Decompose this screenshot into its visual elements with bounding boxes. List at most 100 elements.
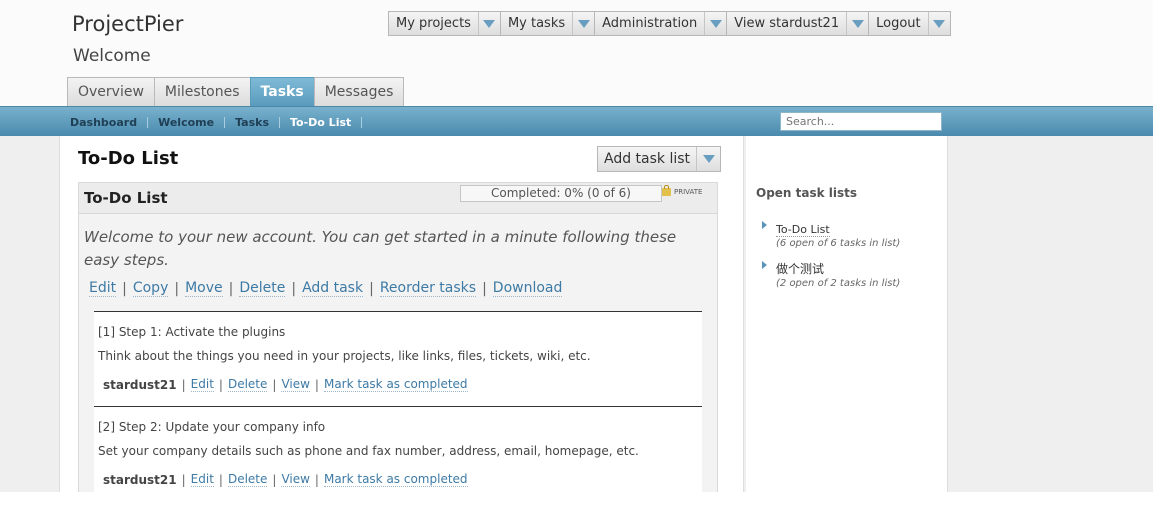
separator: | [218,377,223,392]
breadcrumb-current: To-Do List [290,115,352,129]
breadcrumb-divider [147,116,149,128]
administration-button[interactable]: Administration [594,11,728,36]
main-content: To-Do List Add task list To-Do List Comp… [59,136,744,492]
breadcrumb-tasks[interactable]: Tasks [235,116,269,129]
sidebar-title: Open task lists [756,186,858,200]
view-profile-button[interactable]: View stardust21 [726,11,870,36]
task-list-title: To-Do List [84,189,168,207]
breadcrumb-divider [224,116,226,128]
logout-label: Logout [876,16,921,31]
search-input[interactable] [780,112,942,131]
sidebar-list-item: 做个测试 (2 open of 2 tasks in list) [762,258,900,289]
logout-button[interactable]: Logout [868,11,951,36]
progress-bar: Completed: 0% (0 of 6) [460,185,662,202]
breadcrumb-divider [279,116,280,128]
sidebar: Open task lists To-Do List (6 open of 6 … [746,136,948,492]
separator: | [181,377,186,392]
task-title: [2] Step 2: Update your company info [98,420,326,434]
separator: | [272,472,277,487]
tab-overview[interactable]: Overview [67,77,155,106]
separator: | [181,472,186,487]
dropdown-arrow-icon[interactable] [696,147,720,171]
dropdown-arrow-icon[interactable] [477,12,500,35]
task-item: [1] Step 1: Activate the plugins Think a… [94,311,702,406]
task-list-description: Welcome to your new account. You can get… [84,228,677,269]
task-title: [1] Step 1: Activate the plugins [98,325,286,339]
page-title: To-Do List [78,148,179,169]
task-text: Set your company details such as phone a… [98,444,639,458]
task-list-actions: Edit | Copy | Move | Delete | Add task |… [89,280,563,297]
breadcrumb: Dashboard Welcome Tasks To-Do List [70,107,372,137]
project-tabs: Overview Milestones Tasks Messages [67,77,405,106]
sidebar-list-meta: (2 open of 2 tasks in list) [776,278,901,289]
download-link[interactable]: Download [492,280,563,297]
account-menu: My projects My tasks Administration View… [388,11,951,36]
separator: | [369,280,374,297]
task-list-panel: To-Do List Completed: 0% (0 of 6) PRIVAT… [78,182,718,492]
edit-task-link[interactable]: Edit [190,377,214,392]
reorder-tasks-link[interactable]: Reorder tasks [379,280,477,297]
move-list-link[interactable]: Move [185,280,223,297]
separator: | [291,280,297,297]
copy-list-link[interactable]: Copy [132,280,169,297]
page-background: ProjectPier Welcome My projects My tasks… [0,0,1153,492]
add-task-link[interactable]: Add task [302,280,364,297]
dropdown-arrow-icon[interactable] [927,12,950,35]
task-owner: stardust21 [103,472,177,487]
private-badge: PRIVATE [662,185,703,198]
dropdown-arrow-icon[interactable] [572,12,594,35]
sidebar-list-link[interactable]: To-Do List [776,223,830,237]
sidebar-list-item: To-Do List (6 open of 6 tasks in list) [762,218,900,249]
view-task-link[interactable]: View [281,472,310,487]
my-tasks-button[interactable]: My tasks [499,11,596,36]
view-task-link[interactable]: View [281,377,310,392]
separator: | [174,280,180,297]
breadcrumb-welcome[interactable]: Welcome [158,116,214,129]
separator: | [272,377,277,392]
task-owner: stardust21 [103,377,177,392]
lock-icon [662,185,671,196]
task-item: [2] Step 2: Update your company info Set… [94,406,702,492]
open-task-lists: To-Do List (6 open of 6 tasks in list) 做… [762,218,900,298]
progress-text: Completed: 0% (0 of 6) [491,186,631,200]
administration-label: Administration [602,16,698,31]
task-list-header: To-Do List Completed: 0% (0 of 6) PRIVAT… [79,183,717,214]
tab-messages[interactable]: Messages [313,77,405,106]
my-projects-label: My projects [396,16,471,31]
add-task-list-label: Add task list [604,151,691,167]
task-meta: stardust21 | Edit | Delete | View | Mark… [103,472,468,487]
separator: | [314,377,319,392]
sidebar-list-link[interactable]: 做个测试 [776,262,824,276]
my-projects-button[interactable]: My projects [388,11,501,36]
triangle-bullet-icon [762,221,767,229]
add-task-list-button[interactable]: Add task list [597,146,722,172]
separator: | [228,280,234,297]
triangle-bullet-icon [762,261,767,269]
task-meta: stardust21 | Edit | Delete | View | Mark… [103,377,468,392]
view-profile-label: View stardust21 [734,16,840,31]
my-tasks-label: My tasks [507,16,566,31]
complete-task-link[interactable]: Mark task as completed [323,377,468,392]
complete-task-link[interactable]: Mark task as completed [323,472,468,487]
breadcrumb-dashboard[interactable]: Dashboard [70,116,137,129]
breadcrumb-divider [361,116,363,128]
tab-tasks[interactable]: Tasks [249,77,315,106]
separator: | [482,280,487,297]
private-label: PRIVATE [674,188,703,196]
project-name: Welcome [73,46,151,66]
tab-milestones[interactable]: Milestones [153,77,251,106]
dropdown-arrow-icon[interactable] [846,12,868,35]
separator: | [314,472,319,487]
dropdown-arrow-icon[interactable] [704,12,726,35]
separator: | [122,280,127,297]
header: ProjectPier Welcome My projects My tasks… [0,0,1153,106]
task-text: Think about the things you need in your … [98,349,591,363]
app-title: ProjectPier [72,12,184,36]
delete-task-link[interactable]: Delete [227,472,268,487]
delete-list-link[interactable]: Delete [239,280,286,297]
edit-task-link[interactable]: Edit [190,472,214,487]
edit-list-link[interactable]: Edit [89,280,117,297]
breadcrumb-bar: Dashboard Welcome Tasks To-Do List [0,106,1153,136]
delete-task-link[interactable]: Delete [227,377,268,392]
separator: | [218,472,223,487]
